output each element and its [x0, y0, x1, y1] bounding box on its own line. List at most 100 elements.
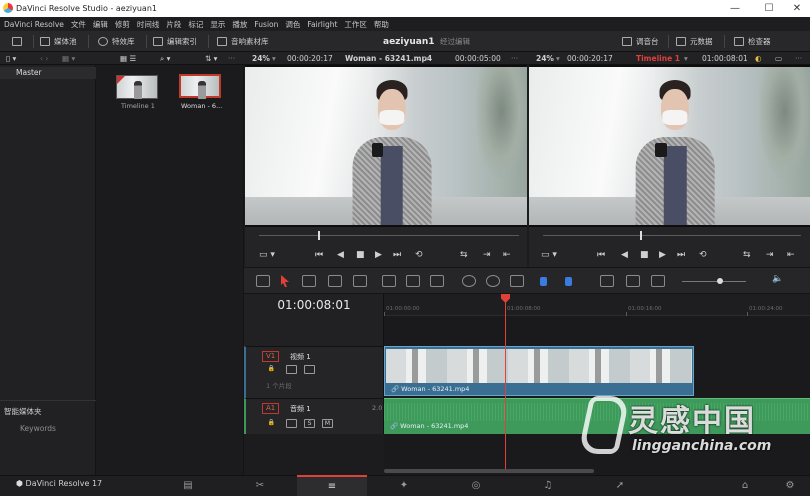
page-fusion-icon[interactable]: ✦ — [369, 475, 439, 496]
timeline-scrubber[interactable] — [543, 235, 801, 236]
track-name[interactable]: 音频 1 — [290, 404, 311, 414]
play-icon[interactable]: ▶ — [659, 250, 666, 260]
metadata-button[interactable]: 元数据 — [676, 31, 713, 52]
page-fairlight-icon[interactable]: ♫ — [513, 475, 583, 496]
zoom-slider-handle[interactable] — [717, 278, 723, 284]
menu-item[interactable]: 播放 — [232, 19, 247, 30]
page-deliver-icon[interactable]: ➚ — [585, 475, 655, 496]
timeline-current-timecode[interactable]: 01:00:08:01 — [244, 298, 384, 312]
page-color-icon[interactable]: ◎ — [441, 475, 511, 496]
menu-item[interactable]: Fusion — [254, 20, 278, 29]
timeline-options-icon[interactable] — [256, 275, 270, 287]
page-media-icon[interactable]: ▤ — [153, 475, 223, 496]
menu-item[interactable]: 文件 — [71, 19, 86, 30]
source-scrubber[interactable] — [259, 235, 519, 236]
viewer-mode-icon[interactable]: ▭ — [775, 52, 782, 65]
flag-icon[interactable] — [540, 277, 547, 286]
play-icon[interactable]: ▶ — [375, 250, 382, 260]
marker-icon[interactable] — [565, 277, 572, 286]
page-edit-icon[interactable]: ≡ — [297, 475, 367, 496]
nav-arrows-icon[interactable]: ‹ › — [40, 52, 48, 65]
menu-item[interactable]: 编辑 — [93, 19, 108, 30]
panel-toggle-icon[interactable]: ▯ ▾ — [6, 52, 16, 65]
jump-start-icon[interactable]: ⏮ — [315, 250, 323, 260]
edit-index-button[interactable]: 编辑索引 — [153, 31, 197, 52]
menu-item[interactable]: 修剪 — [115, 19, 130, 30]
track-id[interactable]: V1 — [262, 351, 280, 362]
trim-tool-icon[interactable] — [302, 275, 316, 287]
thumbnail-view-icon[interactable]: ▦ ☰ — [120, 52, 136, 65]
linked-selection-icon[interactable] — [486, 275, 500, 287]
bin-keywords[interactable]: Keywords — [20, 424, 56, 433]
playhead[interactable] — [505, 296, 506, 472]
menu-item[interactable]: DaVinci Resolve — [4, 20, 64, 29]
minimize-icon[interactable]: — — [720, 0, 750, 17]
view-options-icon[interactable]: ▭ ▾ — [541, 250, 557, 260]
menu-item[interactable]: 工作区 — [344, 19, 367, 30]
scrub-handle[interactable] — [318, 231, 320, 240]
stop-icon[interactable]: ■ — [356, 250, 365, 260]
zoom-custom-icon[interactable] — [651, 275, 665, 287]
bin-view-icon[interactable]: ▦ ▾ — [62, 52, 75, 65]
source-viewer[interactable] — [245, 65, 527, 227]
zoom-full-icon[interactable] — [600, 275, 614, 287]
source-zoom[interactable]: 24% — [252, 52, 270, 65]
audio-level-icon[interactable]: 🔈 — [772, 274, 786, 286]
timeline-viewer[interactable] — [529, 65, 810, 227]
chevron-down-icon[interactable]: ▾ — [556, 52, 560, 65]
zoom-slider[interactable] — [682, 281, 746, 282]
timeline-zoom[interactable]: 24% — [536, 52, 554, 65]
mark-icon[interactable]: ⇥ — [483, 250, 491, 260]
jump-end-icon[interactable]: ⏭ — [677, 250, 685, 260]
options-icon[interactable]: ··· — [511, 52, 518, 65]
mixer-button[interactable]: 调音台 — [622, 31, 659, 52]
view-options-icon[interactable]: ▭ ▾ — [259, 250, 275, 260]
snapping-icon[interactable] — [462, 275, 476, 287]
jump-end-icon[interactable]: ⏭ — [393, 250, 401, 260]
scrub-handle[interactable] — [640, 231, 642, 240]
blade-tool-icon[interactable] — [353, 275, 367, 287]
insert-clip-icon[interactable] — [382, 275, 396, 287]
menu-item[interactable]: 时间线 — [137, 19, 160, 30]
home-icon[interactable]: ⌂ — [725, 475, 765, 496]
mark-out-icon[interactable]: ⇤ — [787, 250, 795, 260]
jump-start-icon[interactable]: ⏮ — [597, 250, 605, 260]
track-name[interactable]: 视频 1 — [290, 352, 311, 362]
media-pool-button[interactable]: 媒体池 — [40, 31, 77, 52]
video-clip-thumbnail[interactable] — [179, 74, 221, 99]
video-clip[interactable]: 🔗 Woman - 63241.mp4 — [384, 346, 694, 396]
timeline-thumbnail[interactable] — [116, 75, 158, 99]
timeline-scrollbar[interactable] — [384, 469, 594, 473]
menu-item[interactable]: 帮助 — [374, 19, 389, 30]
page-cut-icon[interactable]: ✂ — [225, 475, 295, 496]
maximize-icon[interactable]: ☐ — [754, 0, 784, 17]
track-visibility-icon[interactable] — [304, 365, 315, 374]
auto-select-icon[interactable] — [286, 365, 297, 374]
menu-item[interactable]: 标记 — [188, 19, 203, 30]
source-clip-name[interactable]: Woman - 63241.mp4 — [345, 52, 432, 65]
match-frame-icon[interactable]: ⇆ — [460, 250, 468, 260]
color-icon[interactable]: ◐ — [755, 52, 762, 65]
search-icon[interactable]: ⌕ ▾ — [160, 52, 170, 65]
mark-icon[interactable]: ⇥ — [766, 250, 774, 260]
menu-item[interactable]: 调色 — [285, 19, 300, 30]
track-id[interactable]: A1 — [262, 403, 280, 414]
lock-icon[interactable]: 🔒 — [266, 365, 277, 374]
sound-library-button[interactable]: 音响素材库 — [217, 31, 269, 52]
menu-item[interactable]: 片段 — [166, 19, 181, 30]
zoom-detail-icon[interactable] — [626, 275, 640, 287]
loop-icon[interactable]: ⟲ — [415, 250, 423, 260]
play-reverse-icon[interactable]: ◀ — [621, 250, 628, 260]
bin-master[interactable]: Master — [0, 67, 96, 79]
overwrite-clip-icon[interactable] — [406, 275, 420, 287]
timeline-name[interactable]: Timeline 1 — [636, 52, 680, 65]
effects-library-button[interactable]: 特效库 — [98, 31, 135, 52]
stop-icon[interactable]: ■ — [640, 250, 649, 260]
dynamic-trim-icon[interactable] — [328, 275, 342, 287]
options-icon[interactable]: ··· — [228, 52, 235, 65]
chevron-down-icon[interactable]: ▾ — [684, 52, 688, 65]
smart-bins-header[interactable]: 智能媒体夹 — [4, 406, 42, 417]
inspector-button[interactable]: 检查器 — [734, 31, 771, 52]
chevron-down-icon[interactable]: ▾ — [425, 52, 429, 65]
match-frame-icon[interactable]: ⇆ — [743, 250, 751, 260]
